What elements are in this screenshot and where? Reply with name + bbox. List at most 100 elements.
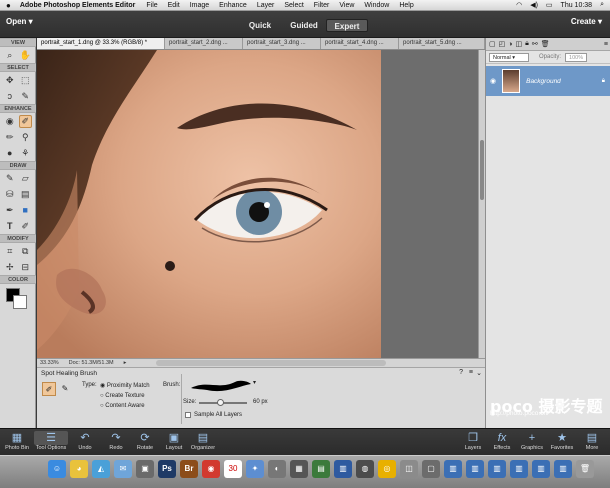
smart-brush-tool-icon[interactable]: ✏	[3, 131, 16, 144]
size-slider[interactable]	[199, 399, 247, 406]
dock-folder1-icon[interactable]: ▥	[444, 460, 462, 478]
size-slider-knob[interactable]	[217, 399, 225, 406]
menu-edit[interactable]: Edit	[168, 2, 180, 9]
dock-finder-icon[interactable]: ☺	[48, 460, 66, 478]
menu-window[interactable]: Window	[364, 2, 389, 9]
straighten-tool-icon[interactable]: ⊟	[19, 261, 32, 274]
new-layer-icon[interactable]: ▢	[489, 40, 496, 48]
brush-preset-picker[interactable]	[189, 376, 255, 394]
collapse-icon[interactable]: ⌄	[476, 369, 482, 377]
dock-folder6-icon[interactable]: ▥	[554, 460, 572, 478]
battery-icon[interactable]: ▭	[546, 1, 553, 9]
menu-filter[interactable]: Filter	[314, 2, 330, 9]
tab-document-2[interactable]: portrait_start_2.dng ...	[165, 38, 243, 49]
move-tool-icon[interactable]: ✥	[3, 74, 16, 87]
app-name-menu[interactable]: Adobe Photoshop Elements Editor	[20, 2, 136, 9]
dock-calendar-icon[interactable]: 30	[224, 460, 242, 478]
content-aware-move-tool-icon[interactable]: ✢	[3, 261, 16, 274]
tab-document-5[interactable]: portrait_start_5.dng ...	[399, 38, 485, 49]
spotlight-icon[interactable]: ⌕	[600, 1, 604, 9]
lock-icon[interactable]: 🔒︎	[525, 40, 529, 48]
help-icon[interactable]: ?	[459, 369, 463, 376]
menu-image[interactable]: Image	[190, 2, 209, 9]
menu-layer[interactable]: Layer	[257, 2, 275, 9]
graphics-button[interactable]: + Graphics	[515, 431, 549, 451]
layer-lock-icon[interactable]: 🔒︎	[602, 78, 605, 85]
delete-layer-icon[interactable]: 🗑︎	[541, 40, 550, 48]
dock-app4-icon[interactable]: ◐	[268, 460, 286, 478]
zoom-level[interactable]: 33.33%	[40, 360, 59, 366]
panel-menu-icon[interactable]: ≡	[469, 369, 473, 376]
menu-help[interactable]: Help	[399, 2, 413, 9]
tab-document-3[interactable]: portrait_start_3.dng ...	[243, 38, 321, 49]
tool-options-button[interactable]: ☰ Tool Options	[34, 431, 68, 451]
radio-proximity-match[interactable]: ◉ Proximity Match	[100, 381, 150, 391]
eraser-tool-icon[interactable]: ▱	[19, 172, 32, 185]
dock-app3-icon[interactable]: ◉	[202, 460, 220, 478]
paint-bucket-tool-icon[interactable]: ⛁	[3, 188, 16, 201]
dock-app9-icon[interactable]: ◫	[400, 460, 418, 478]
sample-all-layers-checkbox[interactable]: Sample All Layers	[185, 412, 242, 418]
dock-app10-icon[interactable]: ▢	[422, 460, 440, 478]
link-icon[interactable]: ⚯	[532, 40, 538, 48]
organizer-button[interactable]: ▤ Organizer	[186, 431, 220, 451]
wifi-icon[interactable]: ◠	[516, 1, 522, 9]
dock-mail-icon[interactable]: ✉	[114, 460, 132, 478]
blend-mode-select[interactable]: Normal ▾	[489, 52, 529, 62]
vertical-scrollbar[interactable]	[478, 50, 485, 358]
doc-size[interactable]: Doc: 51.3M/51.3M	[69, 360, 114, 366]
open-button[interactable]: Open ▾	[6, 17, 33, 26]
layer-name[interactable]: Background	[526, 78, 561, 85]
mask-icon[interactable]: ◫	[515, 40, 522, 48]
hand-tool-icon[interactable]: ✋	[19, 49, 32, 62]
status-arrow-icon[interactable]: ▸	[124, 360, 127, 366]
dock-folder2-icon[interactable]: ▥	[466, 460, 484, 478]
size-value[interactable]: 60 px	[253, 399, 268, 405]
dock-app5-icon[interactable]: ▦	[290, 460, 308, 478]
volume-icon[interactable]: ◀)	[530, 1, 538, 9]
effects-button[interactable]: fx Effects	[485, 431, 519, 451]
dock-folder4-icon[interactable]: ▥	[510, 460, 528, 478]
adjustment-layer-icon[interactable]: ◑	[508, 41, 512, 48]
more-button[interactable]: ▤ More	[575, 431, 609, 451]
mole-blemish[interactable]	[165, 261, 175, 271]
quick-selection-tool-icon[interactable]: ✎	[19, 90, 32, 103]
document-canvas[interactable]	[37, 50, 485, 358]
clone-stamp-tool-icon[interactable]: ⚲	[19, 131, 32, 144]
crop-tool-icon[interactable]: ⌗	[3, 245, 16, 258]
brush-dropdown-icon[interactable]: ▾	[253, 379, 256, 386]
shape-tool-icon[interactable]: ■	[19, 204, 32, 217]
red-eye-tool-icon[interactable]: ◉	[3, 115, 16, 128]
layer-row-background[interactable]: ◉ Background 🔒︎	[486, 66, 610, 96]
portrait-photo[interactable]	[37, 50, 381, 358]
radio-content-aware[interactable]: ○ Content Aware	[100, 401, 150, 411]
dock-app-icon[interactable]: ◭	[92, 460, 110, 478]
menu-select[interactable]: Select	[284, 2, 303, 9]
lasso-tool-icon[interactable]: ↄ	[3, 90, 16, 103]
sponge-tool-icon[interactable]: ⚘	[19, 147, 32, 160]
checkbox-icon[interactable]	[185, 412, 191, 418]
mode-quick-button[interactable]: Quick	[240, 19, 280, 32]
tab-document-1[interactable]: portrait_start_1.dng @ 33.3% (RGB/8) *	[37, 38, 165, 49]
dock-photoshop-icon[interactable]: Ps	[158, 460, 176, 478]
new-group-icon[interactable]: ◰	[499, 40, 506, 48]
dock-folder3-icon[interactable]: ▥	[488, 460, 506, 478]
dock-folder5-icon[interactable]: ▥	[532, 460, 550, 478]
radio-icon[interactable]: ○	[100, 393, 104, 399]
healing-brush-mode-button[interactable]: ✎	[58, 382, 72, 396]
radio-selected-icon[interactable]: ◉	[100, 383, 105, 389]
dock-app2-icon[interactable]: ▣	[136, 460, 154, 478]
dock-bridge-icon[interactable]: Br	[180, 460, 198, 478]
zoom-tool-icon[interactable]: ⌕	[3, 49, 16, 62]
gradient-tool-icon[interactable]: ▤	[19, 188, 32, 201]
blur-tool-icon[interactable]: ●	[3, 147, 16, 160]
type-tool-icon[interactable]: T	[3, 220, 16, 233]
dock-safari-icon[interactable]: ✦	[246, 460, 264, 478]
background-color-swatch[interactable]	[13, 295, 27, 309]
radio-create-texture[interactable]: ○ Create Texture	[100, 391, 150, 401]
spot-healing-brush-tool-icon[interactable]: ✐	[18, 114, 32, 128]
radio-icon[interactable]: ○	[100, 403, 104, 409]
clock[interactable]: Thu 10:38	[561, 2, 593, 9]
undo-button[interactable]: ↶ Undo	[68, 431, 102, 451]
dock-chrome-icon[interactable]: ◎	[378, 460, 396, 478]
